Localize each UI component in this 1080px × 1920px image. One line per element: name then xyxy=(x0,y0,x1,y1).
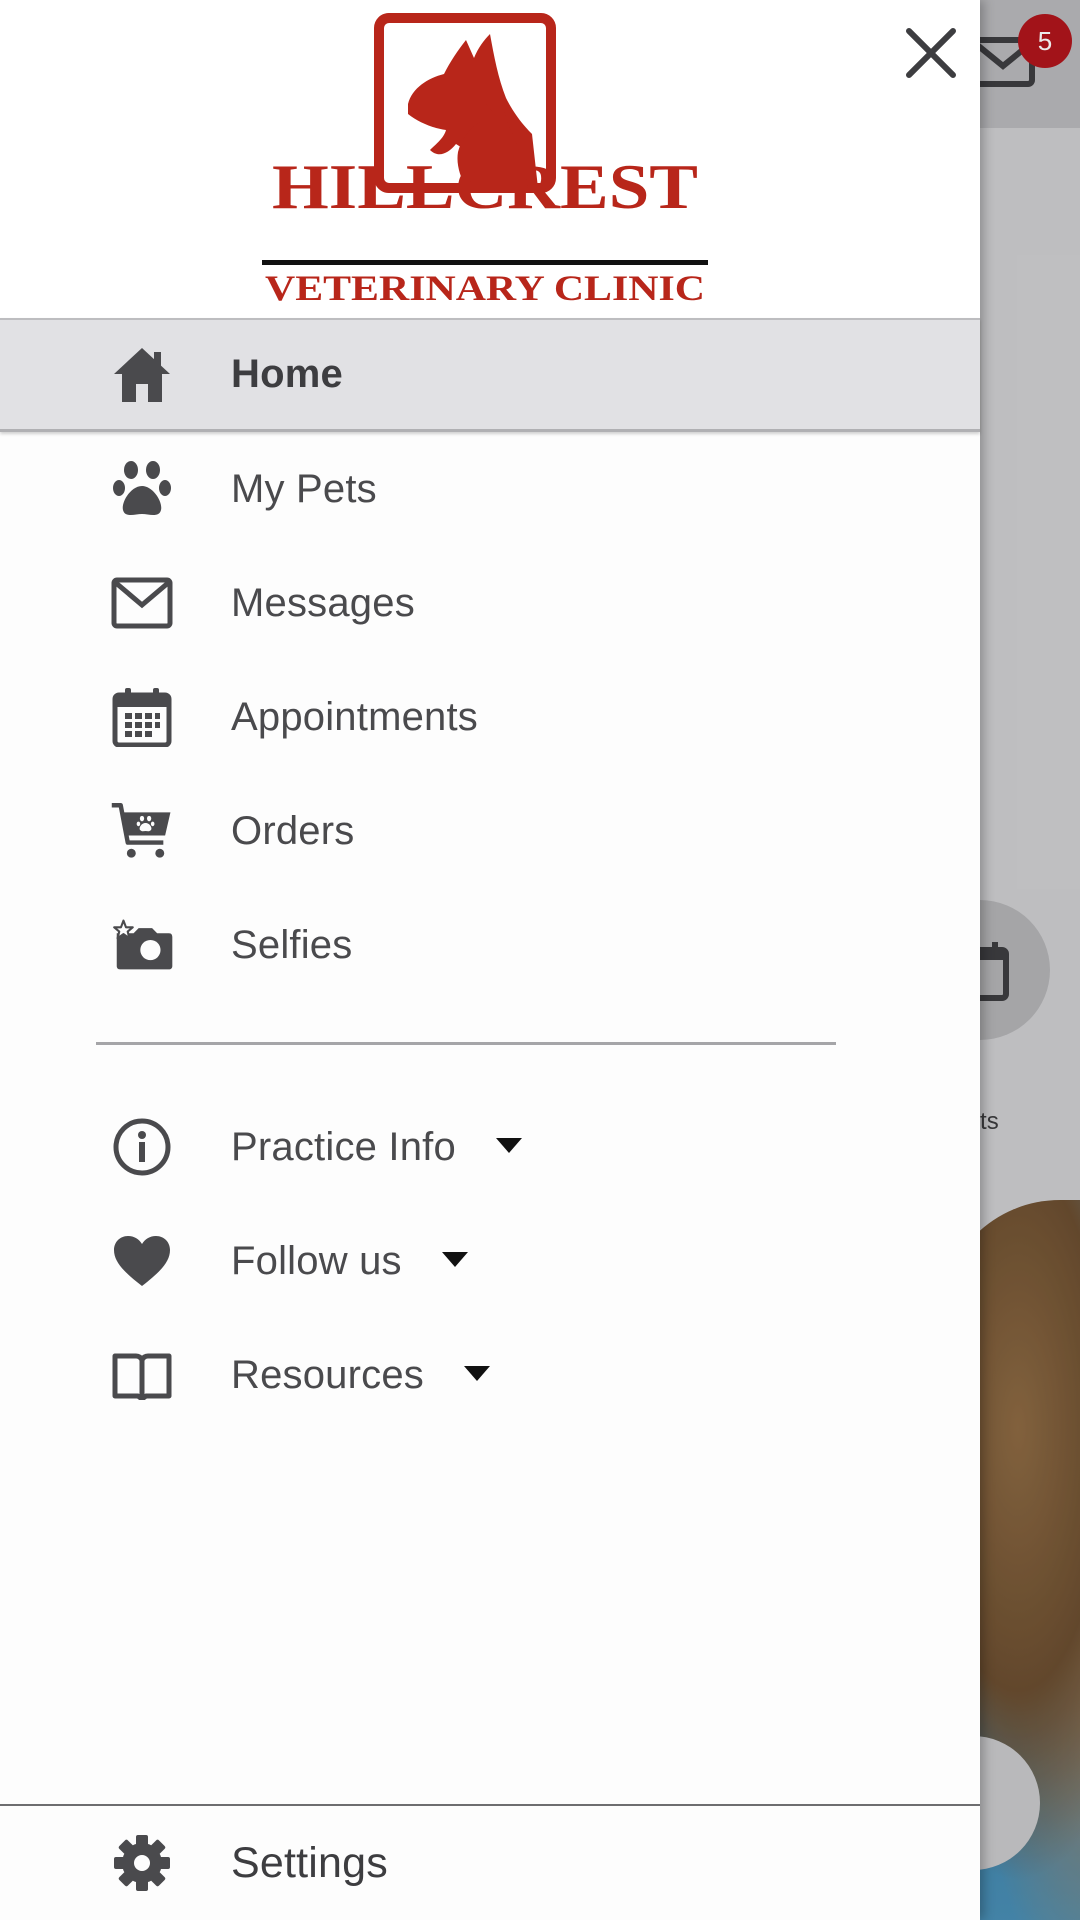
close-button[interactable] xyxy=(896,18,966,88)
gear-icon xyxy=(110,1831,174,1895)
close-icon xyxy=(906,28,956,78)
practice-info-text: Practice Info xyxy=(231,1124,456,1169)
envelope-icon xyxy=(110,571,174,635)
chevron-down-icon[interactable] xyxy=(495,1138,522,1154)
menu-label-messages: Messages xyxy=(231,580,415,625)
secondary-menu: Practice Info Follow us Resources xyxy=(0,1090,980,1432)
menu-label-selfies: Selfies xyxy=(231,922,353,967)
home-icon xyxy=(110,343,174,407)
chevron-down-icon[interactable] xyxy=(464,1366,490,1382)
calendar-icon xyxy=(110,685,174,749)
menu-label-settings: Settings xyxy=(231,1838,388,1887)
book-icon xyxy=(110,1343,174,1407)
menu-item-my-pets[interactable]: My Pets xyxy=(0,432,980,546)
menu-item-practice-info[interactable]: Practice Info xyxy=(0,1090,980,1204)
menu-item-messages[interactable]: Messages xyxy=(0,546,980,660)
logo-name: HILLCREST xyxy=(272,151,698,222)
menu-divider xyxy=(96,1042,836,1045)
resources-text: Resources xyxy=(231,1352,424,1397)
menu-label-practice-info: Practice Info xyxy=(231,1125,522,1170)
navigation-drawer: HILLCREST VETERINARY CLINIC Home My Pets… xyxy=(0,0,980,1920)
menu-label-appointments: Appointments xyxy=(231,694,478,739)
heart-icon xyxy=(110,1229,174,1293)
menu-label-my-pets: My Pets xyxy=(231,466,377,511)
menu-label-orders: Orders xyxy=(231,808,355,853)
menu-item-resources[interactable]: Resources xyxy=(0,1318,980,1432)
menu-label-follow-us: Follow us xyxy=(231,1239,468,1284)
camera-icon xyxy=(110,913,174,977)
menu-label-resources: Resources xyxy=(231,1353,490,1398)
info-icon xyxy=(110,1115,174,1179)
settings-button[interactable]: Settings xyxy=(0,1804,980,1920)
paw-icon xyxy=(110,457,174,521)
primary-menu: Home My Pets Messages Appointments Order… xyxy=(0,318,980,1002)
menu-item-appointments[interactable]: Appointments xyxy=(0,660,980,774)
menu-item-orders[interactable]: Orders xyxy=(0,774,980,888)
menu-label-home: Home xyxy=(231,352,343,396)
cart-icon xyxy=(110,799,174,863)
menu-item-selfies[interactable]: Selfies xyxy=(0,888,980,1002)
logo-header: HILLCREST VETERINARY CLINIC xyxy=(0,0,980,318)
menu-item-follow-us[interactable]: Follow us xyxy=(0,1204,980,1318)
clinic-logo: HILLCREST VETERINARY CLINIC xyxy=(262,13,708,308)
menu-item-home[interactable]: Home xyxy=(0,318,980,432)
logo-subtitle: VETERINARY CLINIC xyxy=(265,268,705,308)
follow-us-text: Follow us xyxy=(231,1238,402,1283)
chevron-down-icon[interactable] xyxy=(441,1252,468,1268)
